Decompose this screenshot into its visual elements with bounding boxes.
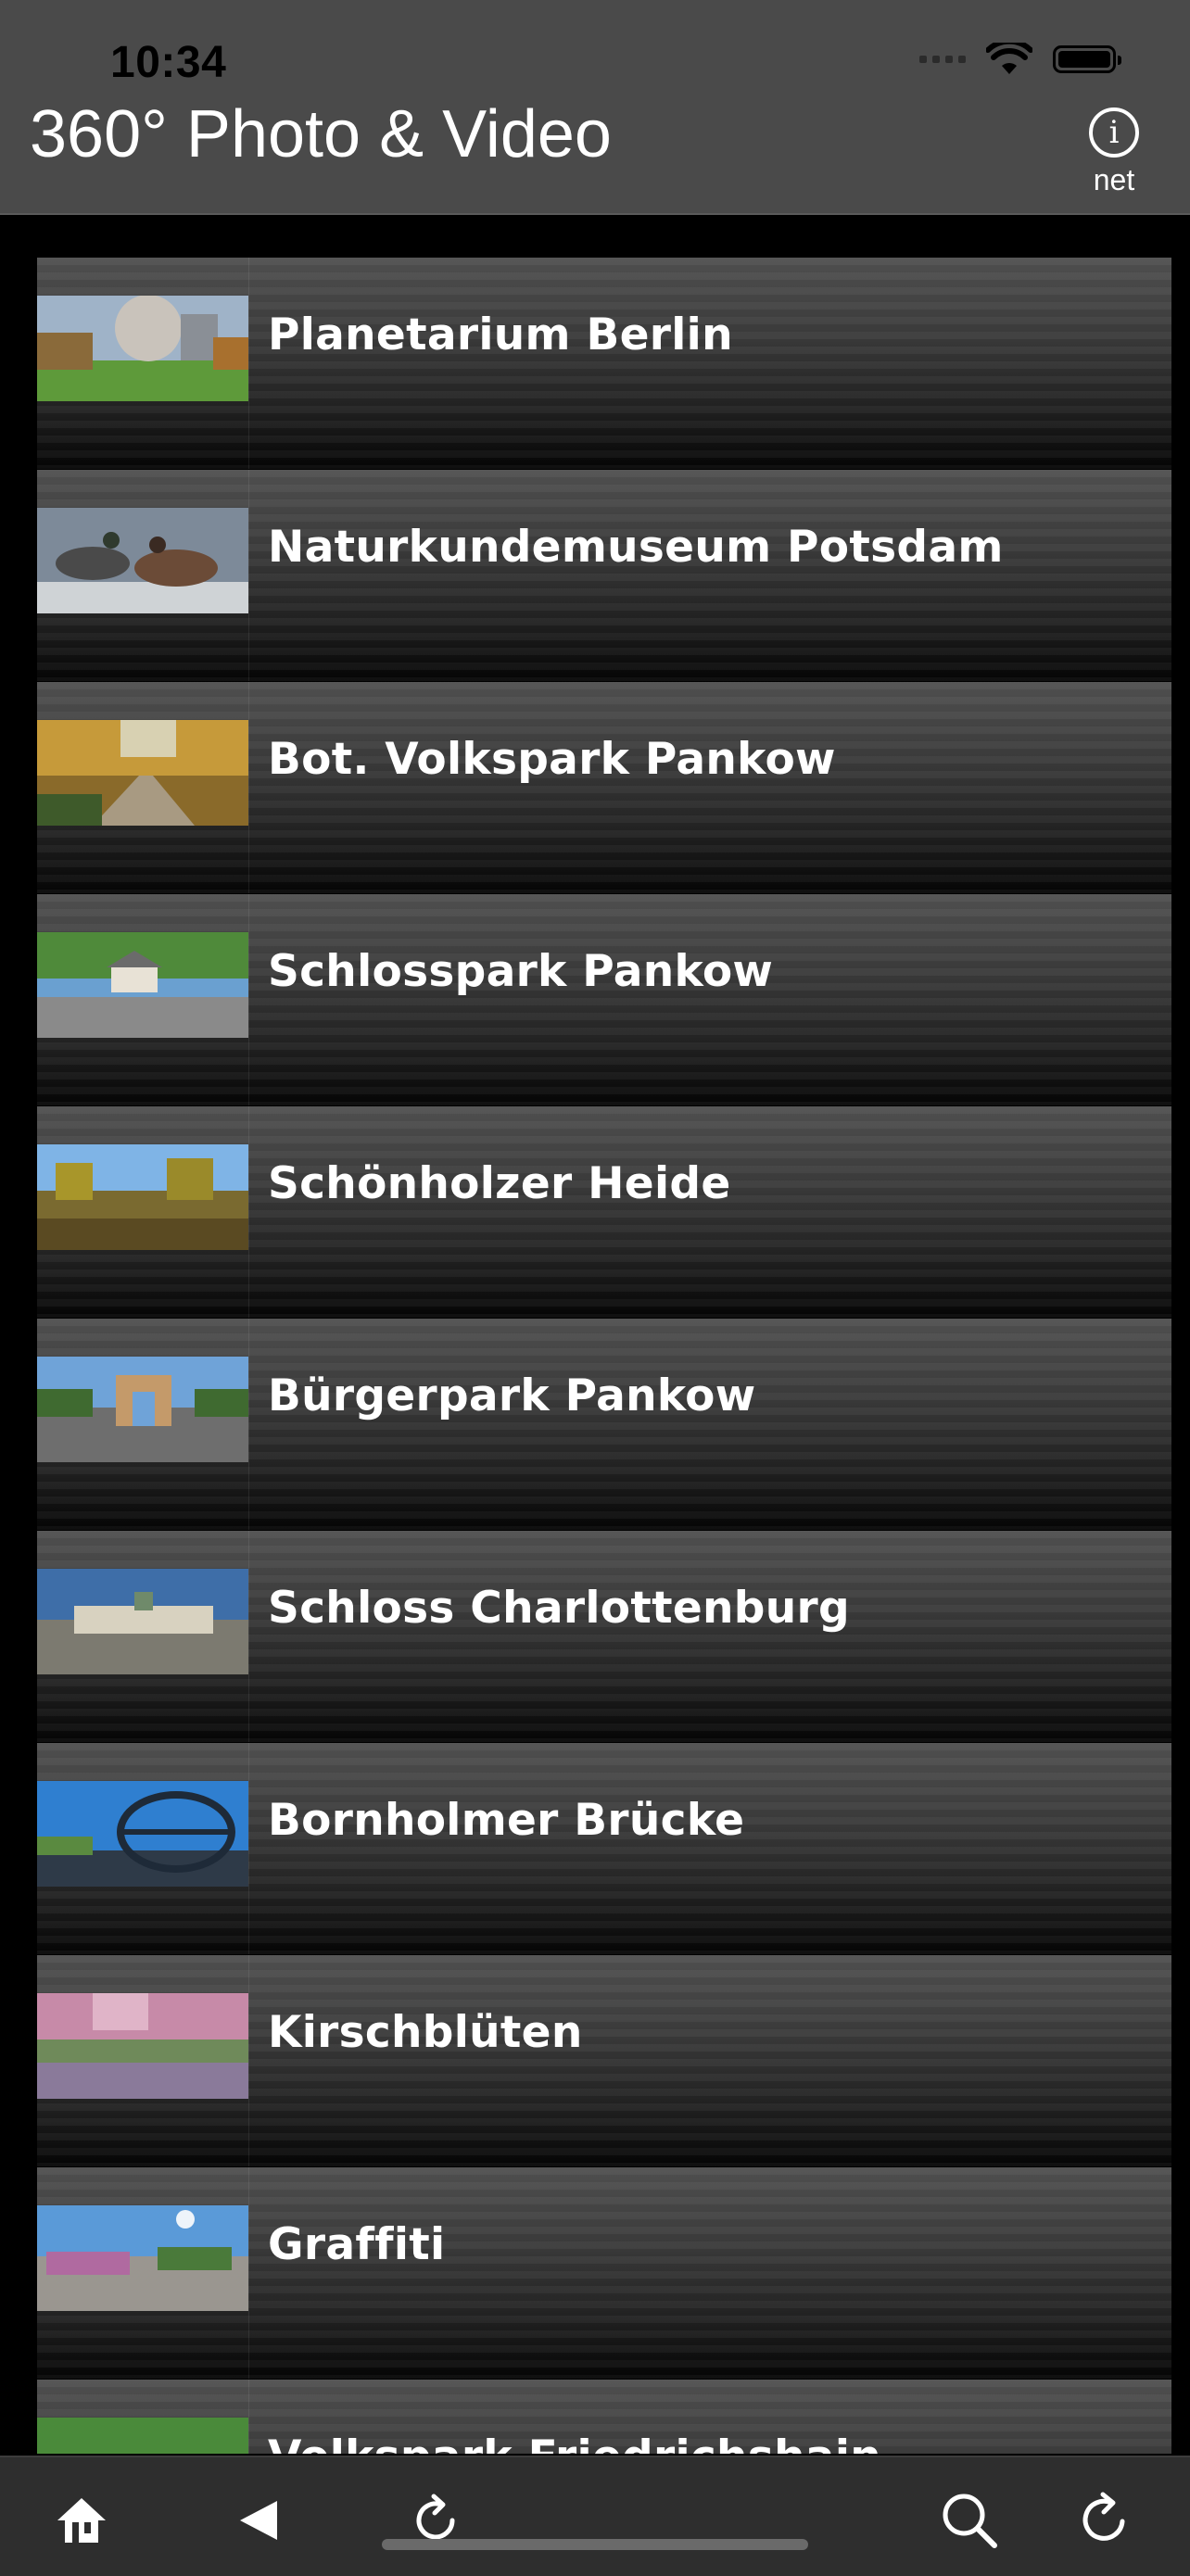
list-item-label: Graffiti [268,2219,446,2270]
list-item-label: Naturkundemuseum Potsdam [268,522,1004,573]
list-item-label: Bornholmer Brücke [268,1795,745,1846]
refresh-button[interactable] [1068,2483,1142,2557]
list-item[interactable]: Bornholmer Brücke [37,1743,1171,1954]
home-button[interactable] [44,2483,119,2557]
list-item[interactable]: Schönholzer Heide [37,1106,1171,1318]
refresh-icon [1082,2492,1125,2541]
list-item[interactable]: Naturkundemuseum Potsdam [37,470,1171,681]
status-indicators [919,43,1121,76]
page-title: 360° Photo & Video [30,97,612,171]
thumbnail-image [37,1781,248,1887]
home-icon [57,2498,106,2543]
thumbnail-image [37,2205,248,2311]
list-item-label: Bot. Volkspark Pankow [268,734,836,785]
back-icon [240,2501,277,2540]
search-button[interactable] [932,2483,1006,2557]
list-item-label: Schloss Charlottenburg [268,1583,850,1634]
thumbnail-image [37,1144,248,1250]
bottom-toolbar [0,2456,1190,2576]
info-button[interactable]: i net [1075,107,1153,197]
thumbnail-image [37,508,248,613]
list-item[interactable]: Graffiti [37,2167,1171,2379]
cellular-signal-icon [919,56,966,63]
list-item-label: Bürgerpark Pankow [268,1370,756,1421]
list-item[interactable]: Kirschblüten [37,1955,1171,2166]
thumbnail-image [37,1357,248,1462]
list-item-label: Volkspark Friedrichshain [268,2431,881,2454]
thumbnail-image [37,296,248,401]
info-button-label: net [1093,163,1135,196]
list-item[interactable]: Planetarium Berlin [37,258,1171,469]
back-button[interactable] [222,2483,297,2557]
list-item[interactable]: Schlosspark Pankow [37,894,1171,1105]
navigation-header: 10:34 360° Photo & Video i net [0,0,1190,215]
list-item-label: Schlosspark Pankow [268,946,774,997]
home-indicator[interactable] [382,2539,808,2550]
list-item-label: Planetarium Berlin [268,309,733,360]
thumbnail-image [37,1569,248,1674]
list-item[interactable]: Volkspark Friedrichshain [37,2380,1171,2454]
status-time: 10:34 [110,38,227,87]
thumbnail-image [37,720,248,826]
list-item[interactable]: Schloss Charlottenburg [37,1531,1171,1742]
wifi-icon [986,43,1032,74]
thumbnail-image [37,1993,248,2099]
list-item[interactable]: Bot. Volkspark Pankow [37,682,1171,893]
thumbnail-image [37,932,248,1038]
thumbnail-image [37,2418,248,2454]
list-item-label: Schönholzer Heide [268,1158,731,1209]
search-icon [943,2494,997,2548]
location-list: Planetarium Berlin Naturkundemuseum Pots… [37,258,1171,2454]
battery-icon [1053,45,1121,73]
list-item[interactable]: Bürgerpark Pankow [37,1319,1171,1530]
list-item-label: Kirschblüten [268,2007,583,2058]
info-icon: i [1089,107,1139,158]
